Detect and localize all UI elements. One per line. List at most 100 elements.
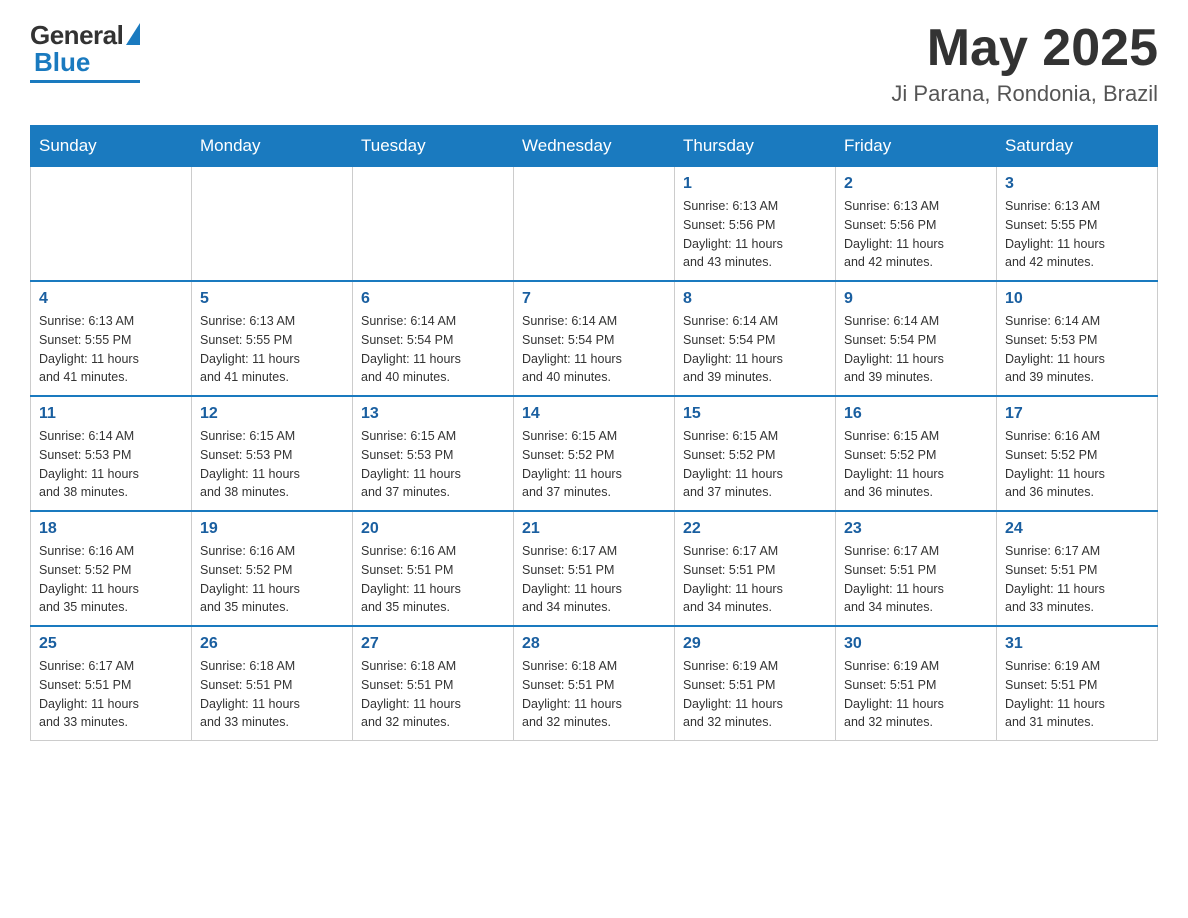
month-title: May 2025 — [891, 20, 1158, 77]
calendar-cell: 9 Sunrise: 6:14 AMSunset: 5:54 PMDaylight… — [836, 281, 997, 396]
day-number: 29 — [683, 635, 827, 653]
day-number: 2 — [844, 175, 988, 193]
day-number: 3 — [1005, 175, 1149, 193]
day-number: 17 — [1005, 405, 1149, 423]
title-section: May 2025 Ji Parana, Rondonia, Brazil — [891, 20, 1158, 107]
day-number: 10 — [1005, 290, 1149, 308]
col-header-wednesday: Wednesday — [514, 126, 675, 167]
day-number: 5 — [200, 290, 344, 308]
calendar-cell: 12 Sunrise: 6:15 AMSunset: 5:53 PMDayligh… — [192, 396, 353, 511]
calendar-cell: 18 Sunrise: 6:16 AMSunset: 5:52 PMDayligh… — [31, 511, 192, 626]
day-info: Sunrise: 6:17 AMSunset: 5:51 PMDaylight:… — [1005, 542, 1149, 617]
day-number: 20 — [361, 520, 505, 538]
calendar-cell: 7 Sunrise: 6:14 AMSunset: 5:54 PMDaylight… — [514, 281, 675, 396]
day-info: Sunrise: 6:17 AMSunset: 5:51 PMDaylight:… — [522, 542, 666, 617]
day-number: 11 — [39, 405, 183, 423]
day-info: Sunrise: 6:16 AMSunset: 5:52 PMDaylight:… — [39, 542, 183, 617]
day-number: 24 — [1005, 520, 1149, 538]
day-number: 28 — [522, 635, 666, 653]
day-info: Sunrise: 6:15 AMSunset: 5:52 PMDaylight:… — [683, 427, 827, 502]
day-number: 25 — [39, 635, 183, 653]
calendar-cell: 3 Sunrise: 6:13 AMSunset: 5:55 PMDaylight… — [997, 167, 1158, 282]
calendar-cell: 29Sunrise: 6:19 AMSunset: 5:51 PMDayligh… — [675, 626, 836, 741]
calendar-cell — [353, 167, 514, 282]
calendar-cell: 22Sunrise: 6:17 AMSunset: 5:51 PMDayligh… — [675, 511, 836, 626]
day-info: Sunrise: 6:14 AMSunset: 5:54 PMDaylight:… — [844, 312, 988, 387]
logo-triangle-icon — [126, 23, 140, 45]
calendar-cell: 31Sunrise: 6:19 AMSunset: 5:51 PMDayligh… — [997, 626, 1158, 741]
calendar-cell: 16 Sunrise: 6:15 AMSunset: 5:52 PMDayligh… — [836, 396, 997, 511]
day-number: 16 — [844, 405, 988, 423]
day-info: Sunrise: 6:13 AMSunset: 5:55 PMDaylight:… — [39, 312, 183, 387]
day-info: Sunrise: 6:14 AMSunset: 5:54 PMDaylight:… — [683, 312, 827, 387]
calendar-cell: 30 Sunrise: 6:19 AMSunset: 5:51 PMDayligh… — [836, 626, 997, 741]
day-number: 7 — [522, 290, 666, 308]
day-number: 14 — [522, 405, 666, 423]
calendar-cell: 8 Sunrise: 6:14 AMSunset: 5:54 PMDaylight… — [675, 281, 836, 396]
day-info: Sunrise: 6:16 AMSunset: 5:52 PMDaylight:… — [1005, 427, 1149, 502]
col-header-saturday: Saturday — [997, 126, 1158, 167]
logo: General Blue — [30, 20, 140, 83]
calendar-cell: 26 Sunrise: 6:18 AMSunset: 5:51 PMDayligh… — [192, 626, 353, 741]
day-number: 26 — [200, 635, 344, 653]
day-info: Sunrise: 6:15 AMSunset: 5:53 PMDaylight:… — [361, 427, 505, 502]
col-header-thursday: Thursday — [675, 126, 836, 167]
day-number: 30 — [844, 635, 988, 653]
day-info: Sunrise: 6:16 AMSunset: 5:51 PMDaylight:… — [361, 542, 505, 617]
day-info: Sunrise: 6:18 AMSunset: 5:51 PMDaylight:… — [361, 657, 505, 732]
calendar-cell: 15Sunrise: 6:15 AMSunset: 5:52 PMDayligh… — [675, 396, 836, 511]
calendar-cell: 1 Sunrise: 6:13 AMSunset: 5:56 PMDaylight… — [675, 167, 836, 282]
day-info: Sunrise: 6:15 AMSunset: 5:52 PMDaylight:… — [522, 427, 666, 502]
day-info: Sunrise: 6:17 AMSunset: 5:51 PMDaylight:… — [844, 542, 988, 617]
day-number: 6 — [361, 290, 505, 308]
day-info: Sunrise: 6:14 AMSunset: 5:53 PMDaylight:… — [1005, 312, 1149, 387]
calendar-cell: 20 Sunrise: 6:16 AMSunset: 5:51 PMDayligh… — [353, 511, 514, 626]
day-number: 12 — [200, 405, 344, 423]
calendar-cell: 6Sunrise: 6:14 AMSunset: 5:54 PMDaylight… — [353, 281, 514, 396]
day-number: 1 — [683, 175, 827, 193]
day-info: Sunrise: 6:17 AMSunset: 5:51 PMDaylight:… — [39, 657, 183, 732]
col-header-tuesday: Tuesday — [353, 126, 514, 167]
calendar-cell: 19Sunrise: 6:16 AMSunset: 5:52 PMDayligh… — [192, 511, 353, 626]
day-number: 19 — [200, 520, 344, 538]
logo-blue-text: Blue — [34, 47, 90, 78]
day-info: Sunrise: 6:13 AMSunset: 5:55 PMDaylight:… — [1005, 197, 1149, 272]
day-number: 8 — [683, 290, 827, 308]
day-info: Sunrise: 6:19 AMSunset: 5:51 PMDaylight:… — [844, 657, 988, 732]
day-info: Sunrise: 6:15 AMSunset: 5:53 PMDaylight:… — [200, 427, 344, 502]
day-number: 9 — [844, 290, 988, 308]
calendar-cell — [514, 167, 675, 282]
calendar-cell: 4Sunrise: 6:13 AMSunset: 5:55 PMDaylight… — [31, 281, 192, 396]
calendar-cell: 24 Sunrise: 6:17 AMSunset: 5:51 PMDayligh… — [997, 511, 1158, 626]
calendar-cell: 14 Sunrise: 6:15 AMSunset: 5:52 PMDayligh… — [514, 396, 675, 511]
day-info: Sunrise: 6:14 AMSunset: 5:54 PMDaylight:… — [522, 312, 666, 387]
page-header: General Blue May 2025 Ji Parana, Rondoni… — [30, 20, 1158, 107]
calendar-cell: 23 Sunrise: 6:17 AMSunset: 5:51 PMDayligh… — [836, 511, 997, 626]
calendar-week-row: 18 Sunrise: 6:16 AMSunset: 5:52 PMDayligh… — [31, 511, 1158, 626]
calendar-table: SundayMondayTuesdayWednesdayThursdayFrid… — [30, 125, 1158, 741]
calendar-cell: 2Sunrise: 6:13 AMSunset: 5:56 PMDaylight… — [836, 167, 997, 282]
calendar-cell — [31, 167, 192, 282]
day-number: 21 — [522, 520, 666, 538]
location-title: Ji Parana, Rondonia, Brazil — [891, 81, 1158, 107]
calendar-cell: 27Sunrise: 6:18 AMSunset: 5:51 PMDayligh… — [353, 626, 514, 741]
calendar-week-row: 25 Sunrise: 6:17 AMSunset: 5:51 PMDayligh… — [31, 626, 1158, 741]
day-info: Sunrise: 6:15 AMSunset: 5:52 PMDaylight:… — [844, 427, 988, 502]
calendar-cell: 13Sunrise: 6:15 AMSunset: 5:53 PMDayligh… — [353, 396, 514, 511]
day-info: Sunrise: 6:14 AMSunset: 5:53 PMDaylight:… — [39, 427, 183, 502]
day-info: Sunrise: 6:18 AMSunset: 5:51 PMDaylight:… — [200, 657, 344, 732]
calendar-week-row: 4Sunrise: 6:13 AMSunset: 5:55 PMDaylight… — [31, 281, 1158, 396]
day-number: 23 — [844, 520, 988, 538]
day-info: Sunrise: 6:13 AMSunset: 5:56 PMDaylight:… — [683, 197, 827, 272]
day-info: Sunrise: 6:17 AMSunset: 5:51 PMDaylight:… — [683, 542, 827, 617]
day-number: 18 — [39, 520, 183, 538]
calendar-cell: 17 Sunrise: 6:16 AMSunset: 5:52 PMDayligh… — [997, 396, 1158, 511]
day-info: Sunrise: 6:18 AMSunset: 5:51 PMDaylight:… — [522, 657, 666, 732]
col-header-sunday: Sunday — [31, 126, 192, 167]
col-header-friday: Friday — [836, 126, 997, 167]
calendar-cell: 25 Sunrise: 6:17 AMSunset: 5:51 PMDayligh… — [31, 626, 192, 741]
calendar-cell: 10 Sunrise: 6:14 AMSunset: 5:53 PMDayligh… — [997, 281, 1158, 396]
calendar-cell: 28 Sunrise: 6:18 AMSunset: 5:51 PMDayligh… — [514, 626, 675, 741]
calendar-cell — [192, 167, 353, 282]
col-header-monday: Monday — [192, 126, 353, 167]
